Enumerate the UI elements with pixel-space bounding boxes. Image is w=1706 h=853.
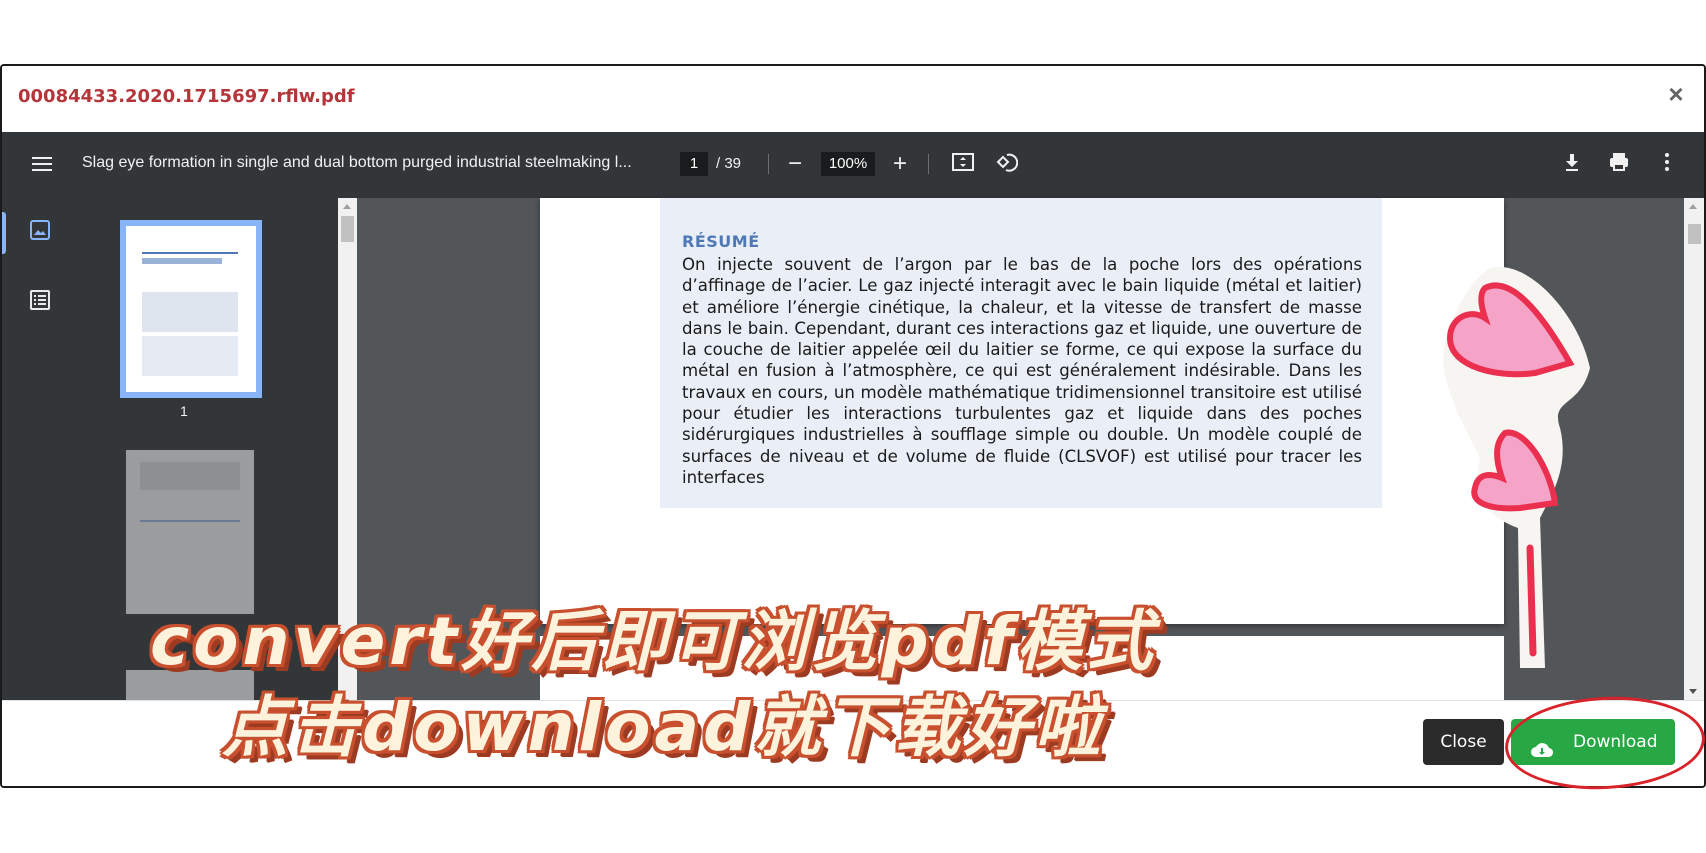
toolbar-divider: [928, 154, 929, 174]
modal-header: 00084433.2020.1715697.rflw.pdf ×: [2, 66, 1704, 132]
page-number-input[interactable]: 1: [680, 152, 708, 176]
scrollbar-thumb[interactable]: [341, 216, 354, 242]
outline-icon[interactable]: [30, 290, 52, 312]
zoom-out-button[interactable]: −: [781, 150, 809, 178]
scrollbar-thumb[interactable]: [1688, 224, 1701, 244]
rotate-icon[interactable]: [992, 150, 1020, 178]
page-total: / 39: [716, 155, 742, 172]
thumbnails-icon[interactable]: [30, 220, 52, 242]
scroll-down-arrow[interactable]: [1689, 689, 1697, 694]
active-view-indicator: [2, 212, 6, 254]
close-button[interactable]: Close: [1423, 719, 1504, 765]
resume-heading: RÉSUMÉ: [682, 232, 760, 251]
resume-text: On injecte souvent de l’argon par le bas…: [682, 255, 1362, 487]
modal-title: 00084433.2020.1715697.rflw.pdf: [18, 86, 355, 107]
menu-icon[interactable]: [30, 152, 54, 176]
caption-line-2: 点击download就下载好啦: [222, 689, 1105, 766]
page-thumbnail-1[interactable]: [120, 220, 262, 398]
caption-line-1: convert好后即可浏览pdf模式: [150, 603, 1157, 680]
thumbnail-label: 1: [180, 403, 188, 419]
print-icon[interactable]: [1605, 150, 1633, 178]
viewer-scrollbar[interactable]: [1684, 198, 1704, 700]
scroll-up-arrow[interactable]: [1689, 204, 1697, 209]
download-label: Download: [1573, 732, 1658, 752]
cloud-download-icon: [1531, 732, 1554, 758]
zoom-level-input[interactable]: 100%: [821, 152, 875, 176]
pdf-page: RÉSUMÉ On injecte souvent de l’argon par…: [540, 198, 1504, 624]
close-icon[interactable]: ×: [1664, 81, 1688, 107]
scroll-up-arrow[interactable]: [343, 204, 351, 209]
document-title: Slag eye formation in single and dual bo…: [82, 154, 632, 171]
download-button[interactable]: Download: [1511, 719, 1675, 765]
fit-page-icon[interactable]: [949, 150, 977, 178]
toolbar-divider: [768, 154, 769, 174]
zoom-in-button[interactable]: +: [886, 150, 914, 178]
abstract-box: RÉSUMÉ On injecte souvent de l’argon par…: [660, 198, 1382, 508]
more-vert-icon[interactable]: [1653, 150, 1681, 178]
download-icon[interactable]: [1558, 150, 1586, 178]
pdf-toolbar: Slag eye formation in single and dual bo…: [2, 132, 1704, 198]
